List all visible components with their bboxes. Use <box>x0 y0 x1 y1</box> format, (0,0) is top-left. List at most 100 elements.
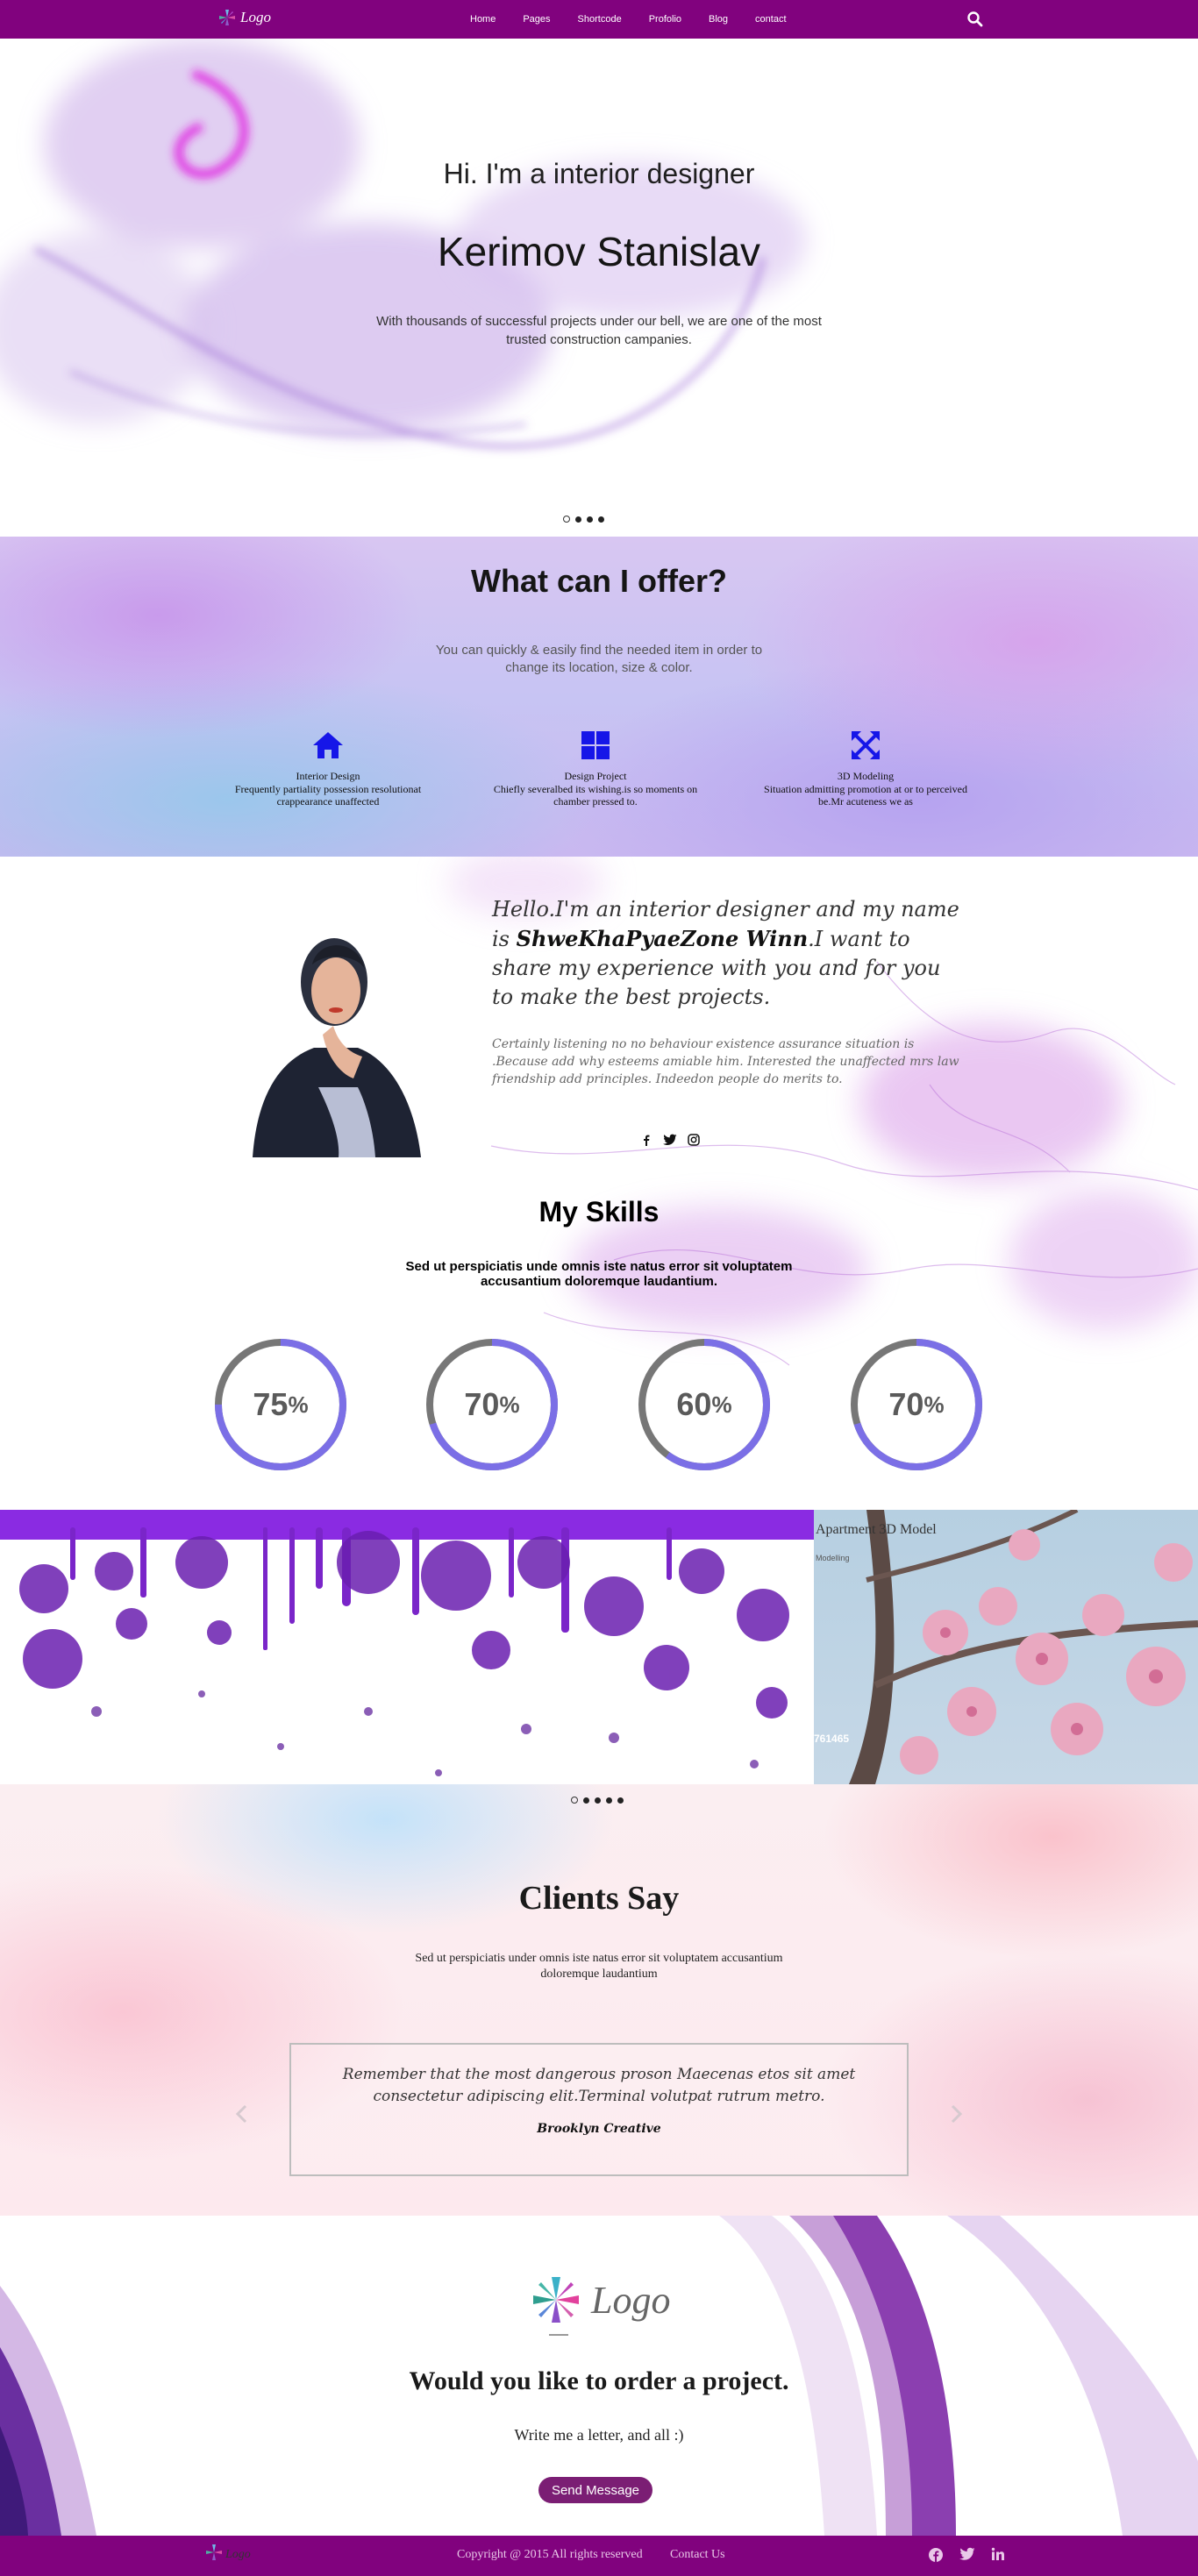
top-navbar: Logo Home Pages Shortcode Profolio Blog … <box>0 0 1198 39</box>
search-icon[interactable] <box>966 11 984 28</box>
portfolio-item-title: Apartment 3D Model <box>816 1522 937 1537</box>
nav-item-shortcode[interactable]: Shortcode <box>578 14 622 25</box>
instagram-icon[interactable] <box>688 1134 700 1146</box>
blossom-photo <box>849 1510 1198 1784</box>
hero-slider-dots <box>563 516 604 523</box>
nav-logo[interactable]: Logo <box>217 8 271 27</box>
footer: Logo Copyright @ 2015 All rights reserve… <box>0 2536 1198 2576</box>
contact-subtitle: Write me a letter, and all :) <box>514 2426 684 2444</box>
nav-item-pages[interactable]: Pages <box>523 14 550 25</box>
nav-item-profolio[interactable]: Profolio <box>649 14 681 25</box>
skill-number: 60 <box>676 1386 712 1422</box>
hero-description: With thousands of successful projects un… <box>376 314 822 347</box>
offer-title: What can I offer? <box>470 563 727 599</box>
slider-dot-5[interactable] <box>617 1797 624 1804</box>
testimonial-quote: Remember that the most dangerous proson … <box>342 2066 856 2105</box>
about-social-links <box>640 1134 700 1146</box>
footer-logo-text: Logo <box>225 2548 251 2561</box>
slider-dot-4[interactable] <box>606 1797 612 1804</box>
about-section: Hello.I'm an interior designer and my na… <box>0 857 1198 1510</box>
testimonial-card: Remember that the most dangerous proson … <box>289 2043 909 2176</box>
home-icon <box>313 732 343 758</box>
about-lead: Hello.I'm an interior designer and my na… <box>492 895 966 1012</box>
feature-name: 3D Modeling <box>837 770 895 782</box>
hero-smoke-graphic <box>0 39 807 449</box>
slider-dot-2[interactable] <box>583 1797 589 1804</box>
slider-dot-4[interactable] <box>598 516 604 523</box>
skill-number: 70 <box>464 1386 500 1422</box>
skill-number: 75 <box>253 1386 289 1422</box>
portfolio-slider: Apartment 3D Model Modelling 761465 <box>0 1510 1198 1784</box>
portfolio-image-paint-splash[interactable] <box>0 1510 814 1784</box>
contact-logo-text: Logo <box>591 2278 671 2322</box>
feature-name: Interior Design <box>296 770 360 782</box>
copyright-text: Copyright @ 2015 All rights reserved <box>457 2548 643 2561</box>
testimonial-author: Brooklyn Creative <box>537 2122 661 2136</box>
portfolio-item-card[interactable]: Apartment 3D Model Modelling 761465 <box>814 1510 1198 1784</box>
slider-dot-3[interactable] <box>595 1797 601 1804</box>
feature-text: Situation admitting promotion at or to p… <box>764 783 967 808</box>
footer-social-links <box>928 2547 1005 2563</box>
feature-text: Frequently partiality possession resolut… <box>234 783 422 808</box>
skill-value: 75% <box>213 1337 348 1472</box>
facebook-icon[interactable] <box>640 1134 652 1146</box>
profile-photo <box>235 903 425 1157</box>
skill-unit: % <box>711 1391 732 1418</box>
portfolio-item-number: 761465 <box>814 1733 850 1745</box>
logo-flower-icon <box>206 2544 222 2560</box>
skill-value: 70% <box>849 1337 984 1472</box>
footer-contact-link[interactable]: Contact Us <box>670 2548 725 2562</box>
portfolio-item-category: Modelling <box>816 1554 850 1562</box>
slider-dot-2[interactable] <box>575 516 581 523</box>
about-body: Certainly listening no no behaviour exis… <box>492 1037 959 1086</box>
paint-splash-graphic <box>0 1510 814 1776</box>
offer-description: You can quickly & easily find the needed… <box>435 643 763 675</box>
nav-logo-text: Logo <box>240 9 271 25</box>
skill-number: 70 <box>888 1386 924 1422</box>
hero-title: Kerimov Stanislav <box>437 229 761 274</box>
contact-section: Logo Would you like to order a project. … <box>0 2216 1198 2536</box>
skills-title: My Skills <box>538 1196 660 1228</box>
logo-divider <box>549 2334 568 2336</box>
clients-section: Clients Say Sed ut perspiciatis under om… <box>0 1784 1198 2216</box>
skill-value: 60% <box>637 1337 772 1472</box>
feature-interior-design: Interior Design Frequently partiality po… <box>218 728 438 808</box>
feature-design-project: Design Project Chiefly severalbed its wi… <box>486 728 705 808</box>
skill-unit: % <box>499 1391 520 1418</box>
slider-dot-3[interactable] <box>587 516 593 523</box>
skill-gauge-4: 70% <box>849 1337 984 1472</box>
grid-icon <box>581 731 610 759</box>
feature-3d-modeling: 3D Modeling Situation admitting promotio… <box>756 728 975 808</box>
skill-gauge-3: 60% <box>637 1337 772 1472</box>
clients-title: Clients Say <box>518 1880 680 1917</box>
skill-gauge-2: 70% <box>424 1337 560 1472</box>
skill-value: 70% <box>424 1337 560 1472</box>
clients-description: Sed ut perspiciatis under omnis iste nat… <box>415 1952 783 1981</box>
skill-unit: % <box>923 1391 945 1418</box>
skill-unit: % <box>288 1391 309 1418</box>
nav-item-contact[interactable]: contact <box>755 14 786 25</box>
expand-icon <box>852 731 880 759</box>
slider-dot-1[interactable] <box>563 516 570 523</box>
nav-item-blog[interactable]: Blog <box>709 14 728 25</box>
chevron-left-icon[interactable] <box>233 2103 251 2124</box>
about-name: ShweKhaPyaeZone Winn <box>516 926 809 951</box>
twitter-icon[interactable] <box>959 2547 975 2561</box>
hero-slider: Hi. I'm a interior designer Kerimov Stan… <box>0 39 1198 537</box>
offer-section: What can I offer? You can quickly & easi… <box>0 537 1198 857</box>
slider-dot-1[interactable] <box>571 1797 578 1804</box>
linkedin-icon[interactable] <box>991 2547 1005 2561</box>
send-message-button[interactable]: Send Message <box>538 2477 652 2503</box>
contact-logo: Logo <box>530 2274 670 2326</box>
nav-menu: Home Pages Shortcode Profolio Blog conta… <box>470 0 814 39</box>
feature-text: Chiefly severalbed its wishing.is so mom… <box>493 783 698 808</box>
contact-title: Would you like to order a project. <box>409 2366 789 2395</box>
skills-description: Sed ut perspiciatis unde omnis iste natu… <box>405 1259 793 1289</box>
footer-logo[interactable]: Logo <box>204 2543 251 2562</box>
twitter-icon[interactable] <box>663 1134 677 1146</box>
nav-item-home[interactable]: Home <box>470 14 496 25</box>
chevron-right-icon[interactable] <box>947 2103 965 2124</box>
facebook-icon[interactable] <box>928 2547 944 2563</box>
skill-gauge-1: 75% <box>213 1337 348 1472</box>
feature-name: Design Project <box>564 770 627 782</box>
